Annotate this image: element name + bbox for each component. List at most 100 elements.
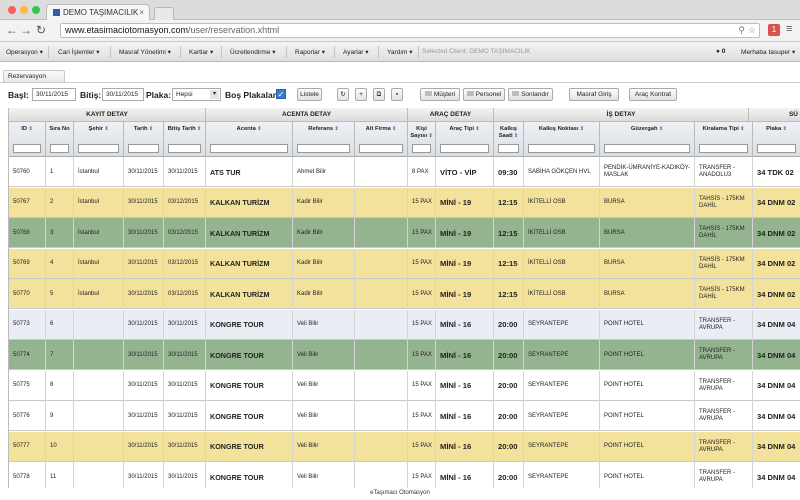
extension-badge[interactable]: 1 bbox=[768, 24, 780, 36]
vehicle-contract-button[interactable]: Araç Kontrat bbox=[629, 88, 677, 101]
sort-icon[interactable]: ⇕ bbox=[103, 126, 108, 132]
column-filter-input[interactable] bbox=[168, 144, 201, 153]
divider bbox=[0, 82, 800, 83]
table-row[interactable]: 50776 9 30/11/2015 30/11/2015 KONGRE TOUR Vel… bbox=[9, 401, 800, 431]
browser-menu-icon[interactable]: ≡ bbox=[786, 23, 792, 35]
column-filter-input[interactable] bbox=[50, 144, 69, 153]
column-header-tarih[interactable]: Tarih ⇕ bbox=[124, 122, 164, 157]
column-header-sehir[interactable]: Şehir ⇕ bbox=[74, 122, 124, 157]
sort-icon[interactable]: ⇕ bbox=[256, 126, 261, 132]
column-filter-input[interactable] bbox=[440, 144, 489, 153]
table-row[interactable]: 50777 10 30/11/2015 30/11/2015 KONGRE TOUR Ve… bbox=[9, 431, 800, 462]
column-filter-input[interactable] bbox=[13, 144, 41, 153]
minimize-window-icon[interactable] bbox=[20, 6, 28, 14]
column-filter-input[interactable] bbox=[128, 144, 159, 153]
table-row[interactable]: 50760 1 İstanbul 30/11/2015 30/11/2015 ATS TU… bbox=[9, 157, 800, 187]
column-filter-input[interactable] bbox=[528, 144, 595, 153]
column-header-acenta[interactable]: Acenta ⇕ bbox=[206, 122, 293, 157]
cell-sira: 2 bbox=[46, 187, 74, 218]
notification-icon[interactable]: ● 0 bbox=[716, 48, 725, 55]
sort-icon[interactable]: ⇕ bbox=[474, 126, 479, 132]
table-row[interactable]: 50769 4 İstanbul 30/11/2015 03/12/2015 KALKAN… bbox=[9, 248, 800, 279]
cell-arac: MİNİ - 16 bbox=[436, 309, 494, 340]
cell-arac: MİNİ - 16 bbox=[436, 370, 494, 401]
list-button[interactable]: Listele bbox=[297, 88, 322, 101]
sort-icon[interactable]: ⇕ bbox=[739, 126, 744, 132]
plate-select[interactable]: Hepsi ▾ bbox=[172, 88, 221, 101]
column-header-kisi[interactable]: Kişi Sayısı ⇕ bbox=[408, 122, 436, 157]
close-tab-icon[interactable]: × bbox=[139, 5, 144, 20]
column-header-referans[interactable]: Referans ⇕ bbox=[293, 122, 355, 157]
column-header-arac[interactable]: Araç Tipi ⇕ bbox=[436, 122, 494, 157]
column-filter-input[interactable] bbox=[757, 144, 796, 153]
column-filter-input[interactable] bbox=[359, 144, 403, 153]
cell-kiralama: TAHSİS - 175KM DAHİL bbox=[695, 248, 753, 279]
sort-icon[interactable]: ⇕ bbox=[391, 126, 396, 132]
new-tab-button[interactable] bbox=[154, 7, 174, 20]
expense-entry-button[interactable]: Masraf Giriş bbox=[569, 88, 619, 101]
url-field[interactable]: www.etasimaciotomasyon.com/user/reservat… bbox=[60, 23, 760, 38]
column-header-kalkis[interactable]: Kalkış Noktası ⇕ bbox=[524, 122, 600, 157]
user-menu[interactable]: Merhaba tasuper ▾ bbox=[741, 48, 795, 56]
table-row[interactable]: 50778 11 30/11/2015 30/11/2015 KONGRE TOUR Ve… bbox=[9, 462, 800, 488]
sort-icon[interactable]: ⇕ bbox=[658, 126, 663, 132]
column-header-bitis[interactable]: Bitiş Tarih ⇕ bbox=[164, 122, 206, 157]
copy-icon[interactable]: ⧉ bbox=[373, 88, 385, 101]
column-header-sira[interactable]: Sıra No bbox=[46, 122, 74, 157]
search-icon[interactable]: ⚲ bbox=[738, 24, 745, 37]
column-header-plaka[interactable]: Plaka ⇕ bbox=[753, 122, 800, 157]
menu-yardim[interactable]: Yardım ▾ bbox=[387, 48, 413, 56]
close-window-icon[interactable] bbox=[8, 6, 16, 14]
customer-button[interactable]: Müşteri bbox=[420, 88, 460, 101]
chevron-down-icon: ▾ bbox=[210, 90, 219, 99]
sort-icon[interactable]: ⇕ bbox=[781, 126, 787, 132]
forward-icon[interactable]: → bbox=[20, 23, 32, 37]
column-header-guzergah[interactable]: Güzergah ⇕ bbox=[600, 122, 695, 157]
column-header-id[interactable]: ID ⇕ bbox=[9, 122, 46, 157]
staff-button[interactable]: Personel bbox=[463, 88, 505, 101]
table-row[interactable]: 50775 8 30/11/2015 30/11/2015 KONGRE TOUR Vel… bbox=[9, 370, 800, 401]
sort-icon[interactable]: ⇕ bbox=[333, 126, 338, 132]
finish-button[interactable]: Sonlandır bbox=[508, 88, 553, 101]
browser-tab[interactable]: DEMO TAŞIMACILIK × bbox=[46, 4, 150, 20]
bookmark-star-icon[interactable]: ☆ bbox=[748, 24, 756, 37]
menu-masraf-yonetimi[interactable]: Masraf Yönetimi ▾ bbox=[119, 48, 171, 56]
refresh-icon[interactable]: ↻ bbox=[337, 88, 349, 101]
sort-icon[interactable]: ⇕ bbox=[427, 133, 432, 139]
table-row[interactable]: 50770 5 İstanbul 30/11/2015 03/12/2015 KALKAN… bbox=[9, 279, 800, 309]
menu-ayarlar[interactable]: Ayarlar ▾ bbox=[343, 48, 369, 56]
menu-operasyon[interactable]: Operasyon ▾ bbox=[6, 48, 43, 56]
column-filter-input[interactable] bbox=[498, 144, 519, 153]
sort-icon[interactable]: ⇕ bbox=[196, 126, 201, 132]
column-filter-input[interactable] bbox=[210, 144, 288, 153]
column-header-kiralama[interactable]: Kiralama Tipi ⇕ bbox=[695, 122, 753, 157]
reload-icon[interactable]: ↻ bbox=[36, 23, 46, 37]
menu-kartlar[interactable]: Kartlar ▾ bbox=[189, 48, 213, 56]
menu-ucretlendirme[interactable]: Ücretlendirme ▾ bbox=[230, 48, 276, 56]
add-icon[interactable]: + bbox=[355, 88, 367, 101]
sort-icon[interactable]: ⇕ bbox=[513, 133, 518, 139]
table-row[interactable]: 50767 2 İstanbul 30/11/2015 03/12/2015 KALKAN… bbox=[9, 187, 800, 218]
column-filter-input[interactable] bbox=[297, 144, 350, 153]
delete-icon[interactable]: ▪ bbox=[391, 88, 403, 101]
empty-plates-checkbox[interactable]: ✓ bbox=[276, 89, 286, 99]
start-date-input[interactable]: 30/11/2015 bbox=[32, 88, 76, 101]
sort-icon[interactable]: ⇕ bbox=[148, 126, 153, 132]
column-filter-input[interactable] bbox=[604, 144, 690, 153]
column-filter-input[interactable] bbox=[699, 144, 748, 153]
sort-icon[interactable]: ⇕ bbox=[27, 126, 32, 132]
table-row[interactable]: 50768 3 İstanbul 30/11/2015 03/12/2015 KALKAN… bbox=[9, 218, 800, 248]
menu-raporlar[interactable]: Raporlar ▾ bbox=[295, 48, 325, 56]
menu-cari-islemler[interactable]: Cari İşlemler ▾ bbox=[58, 48, 100, 56]
table-row[interactable]: 50773 6 30/11/2015 30/11/2015 KONGRE TOUR Vel… bbox=[9, 309, 800, 340]
start-date-label: Başl: bbox=[8, 90, 29, 100]
end-date-input[interactable]: 30/11/2015 bbox=[102, 88, 144, 101]
back-icon[interactable]: ← bbox=[6, 23, 18, 37]
table-row[interactable]: 50774 7 30/11/2015 30/11/2015 KONGRE TOUR Vel… bbox=[9, 340, 800, 370]
maximize-window-icon[interactable] bbox=[32, 6, 40, 14]
column-header-altfirma[interactable]: Alt Firma ⇕ bbox=[355, 122, 408, 157]
column-filter-input[interactable] bbox=[412, 144, 431, 153]
column-header-saat[interactable]: Kalkış Saati ⇕ bbox=[494, 122, 524, 157]
column-filter-input[interactable] bbox=[78, 144, 119, 153]
sort-icon[interactable]: ⇕ bbox=[579, 126, 584, 132]
